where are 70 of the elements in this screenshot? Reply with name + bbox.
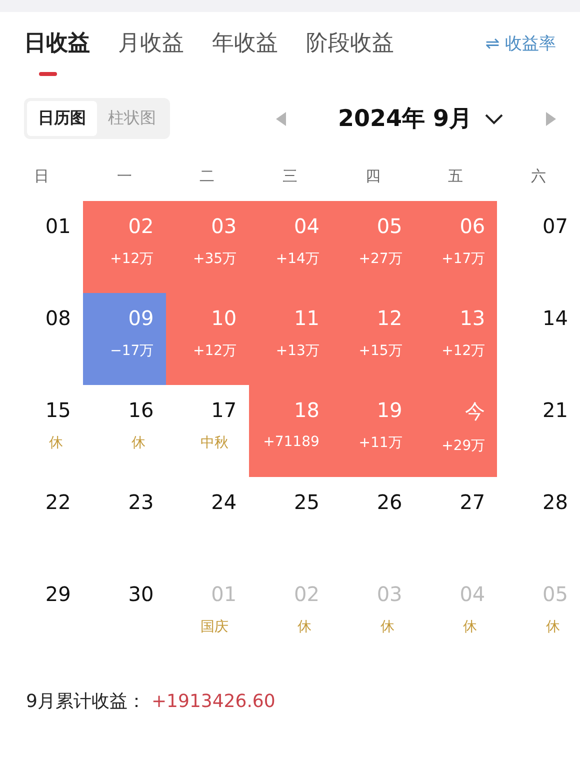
day-number[interactable]: 26: [376, 490, 402, 514]
profit-amount: +35万: [193, 250, 237, 268]
holiday-label: 休: [380, 618, 394, 636]
day-number[interactable]: 28: [542, 490, 568, 514]
day-number: 今: [465, 398, 486, 425]
profit-amount: +27万: [358, 250, 402, 268]
holiday-label: 休: [48, 434, 63, 452]
profit-amount: +15万: [358, 342, 402, 360]
holiday-label: 休: [132, 434, 146, 452]
summary-value: +1913426.60: [151, 691, 276, 712]
day-number: 18: [294, 398, 320, 422]
day-number[interactable]: 17: [211, 398, 237, 422]
view-tab[interactable]: 日历图: [27, 101, 97, 136]
day-number[interactable]: 22: [45, 490, 71, 514]
weekday-label: 五: [447, 167, 464, 187]
day-number[interactable]: 08: [45, 306, 71, 330]
day-number: 04: [294, 214, 320, 238]
holiday-label: 国庆: [200, 618, 229, 636]
profit-amount: +14万: [276, 250, 320, 268]
profit-amount: +13万: [276, 342, 320, 360]
day-number[interactable]: 01: [45, 214, 71, 238]
day-number: 10: [211, 306, 237, 330]
holiday-label: 休: [297, 618, 312, 636]
holiday-label: 休: [463, 618, 478, 636]
day-number[interactable]: 16: [128, 398, 154, 422]
profit-amount: +12万: [442, 342, 486, 360]
day-number[interactable]: 21: [542, 398, 568, 422]
day-number: 11: [294, 306, 320, 330]
profit-amount: +17万: [442, 250, 486, 268]
previous-month-icon[interactable]: [276, 112, 286, 126]
tab[interactable]: 日收益: [24, 28, 90, 76]
tab[interactable]: 年收益: [212, 28, 278, 76]
holiday-label: 中秋: [200, 434, 229, 452]
weekday-label: 一: [116, 167, 133, 187]
weekday-label: 日: [32, 167, 50, 187]
weekday-label: 四: [364, 167, 382, 187]
chevron-down-icon: [484, 112, 504, 124]
profit-amount: +11万: [358, 434, 402, 452]
day-number[interactable]: 30: [128, 582, 154, 606]
profit-amount: +29万: [442, 437, 486, 455]
day-number: 12: [376, 306, 402, 330]
profit-amount: +71189: [263, 434, 320, 450]
day-number[interactable]: 25: [294, 490, 320, 514]
next-month-icon[interactable]: [546, 112, 556, 126]
day-number[interactable]: 07: [542, 214, 568, 238]
tab[interactable]: 阶段收益: [306, 28, 394, 76]
day-number: 03: [211, 214, 237, 238]
holiday-label: 休: [546, 618, 560, 636]
profit-amount: −17万: [110, 342, 154, 360]
day-number[interactable]: 27: [460, 490, 486, 514]
day-number[interactable]: 14: [542, 306, 568, 330]
day-number: 06: [460, 214, 486, 238]
day-number[interactable]: 23: [128, 490, 154, 514]
day-number: 02: [128, 214, 154, 238]
weekday-label: 三: [281, 167, 298, 187]
weekday-label: 六: [530, 167, 548, 187]
month-picker[interactable]: 2024年 9月: [338, 103, 504, 134]
summary-label: 9月累计收益：: [26, 691, 146, 712]
day-number: 09: [128, 306, 154, 330]
day-number: 13: [460, 306, 486, 330]
profit-amount: +12万: [193, 342, 237, 360]
day-number[interactable]: 29: [45, 582, 71, 606]
rate-toggle[interactable]: ⇌ 收益率: [485, 32, 556, 64]
day-number: 19: [376, 398, 402, 422]
day-number[interactable]: 24: [211, 490, 237, 514]
tab[interactable]: 月收益: [118, 28, 184, 76]
day-number[interactable]: 15: [45, 398, 71, 422]
weekday-label: 二: [198, 167, 216, 187]
day-number: 05: [376, 214, 402, 238]
profit-amount: +12万: [110, 250, 154, 268]
